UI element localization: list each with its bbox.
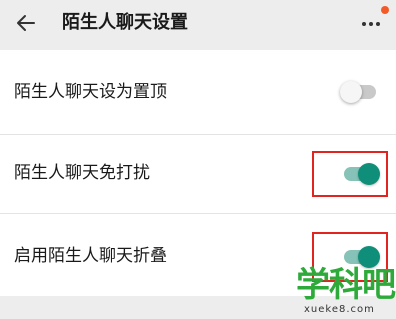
notification-dot [381,6,389,14]
highlight-box [312,151,388,197]
back-button[interactable] [12,9,40,37]
title-bar: 陌生人聊天设置 [0,0,396,46]
more-dot [376,22,380,26]
watermark-logo: 学科吧 [296,265,396,305]
more-dot [369,22,373,26]
setting-label: 陌生人聊天免打扰 [14,163,150,183]
page-title: 陌生人聊天设置 [62,12,188,33]
setting-row-mute[interactable]: 陌生人聊天免打扰 [0,135,396,213]
setting-row-pin[interactable]: 陌生人聊天设为置顶 [0,50,396,134]
settings-screen: 陌生人聊天设置 陌生人聊天设为置顶 陌生人聊天免打扰 启用陌生人聊天折叠 学科吧… [0,0,396,319]
setting-label: 启用陌生人聊天折叠 [14,246,167,266]
setting-label: 陌生人聊天设为置顶 [14,82,167,102]
more-button[interactable] [358,6,392,36]
toggle-knob [340,81,362,103]
arrow-left-icon [17,15,35,31]
pin-toggle[interactable] [340,81,376,103]
more-vertical-icon [362,22,366,26]
watermark-url: xueke8.com [304,304,375,315]
